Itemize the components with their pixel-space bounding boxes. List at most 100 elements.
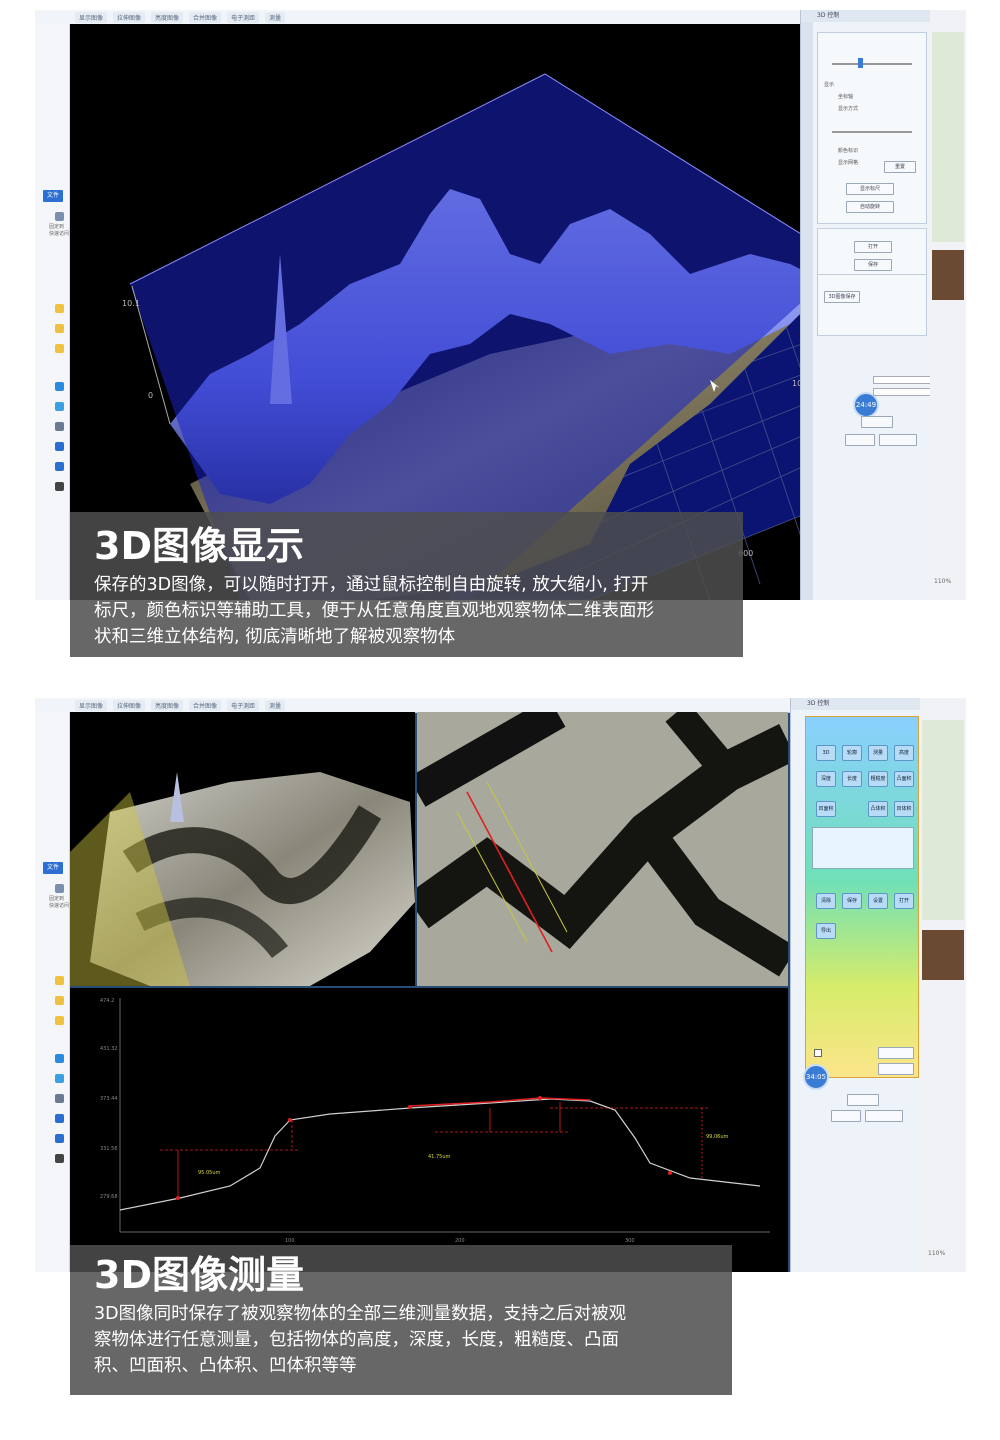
pin-icon[interactable] xyxy=(55,884,64,893)
tool-button[interactable]: 凸面积 xyxy=(894,771,914,787)
apply-button[interactable] xyxy=(861,416,893,428)
caption-3d-display: 3D图像显示 保存的3D图像，可以随时打开，通过鼠标控制自由旋转, 放大缩小, … xyxy=(70,512,743,657)
control-panel: 3D 控制 显示 坐标轴 显示方式 颜色标识 显示网格 重置 显示标尺 自动旋转… xyxy=(800,10,935,600)
toolbar-tab[interactable]: 显示图像 xyxy=(75,700,108,711)
caption-line: 保存的3D图像，可以随时打开，通过鼠标控制自由旋转, 放大缩小, 打开 xyxy=(94,575,649,595)
folder-icon[interactable] xyxy=(55,304,64,313)
caption-line: 察物体进行任意测量，包括物体的高度，深度，长度，粗糙度、凸面 xyxy=(94,1330,619,1350)
y-tick: 474.2 xyxy=(100,998,114,1004)
tool-button[interactable]: 导出 xyxy=(816,923,836,939)
option-label: 颜色标识 xyxy=(838,148,859,154)
show-ruler-button[interactable]: 显示标尺 xyxy=(846,183,894,195)
tool-button[interactable]: 粗糙度 xyxy=(868,771,888,787)
confirm-button[interactable] xyxy=(845,434,875,446)
toolbar-tab[interactable]: 拉伸图像 xyxy=(113,12,146,23)
option-label: 显示网格 xyxy=(838,160,859,166)
caption-line: 积、凹面积、凸体积、凹体积等等 xyxy=(94,1356,357,1376)
toolbar-tab[interactable]: 电子测距 xyxy=(227,12,260,23)
apply-button[interactable] xyxy=(847,1094,879,1106)
3d-viewport[interactable] xyxy=(70,712,415,986)
micrograph xyxy=(417,712,788,986)
option-label: 显示方式 xyxy=(838,106,859,112)
open-button[interactable]: 打开 xyxy=(854,241,892,253)
reset-button[interactable]: 重置 xyxy=(884,161,916,173)
save-3d-button[interactable]: 3D图像保存 xyxy=(824,291,860,303)
file-tab[interactable]: 文件 xyxy=(43,190,63,202)
cloud-icon[interactable] xyxy=(55,1054,64,1063)
music-icon[interactable] xyxy=(55,462,64,471)
pin-icon[interactable] xyxy=(55,212,64,221)
x-tick: 100 xyxy=(285,1238,295,1244)
explorer-sidebar: 文件 固定到 快速访问 xyxy=(35,24,70,600)
background-window: 110% xyxy=(920,698,966,1272)
auto-rotate-button[interactable]: 自动旋转 xyxy=(846,201,894,213)
download-icon[interactable] xyxy=(55,1114,64,1123)
toolbar-tab[interactable]: 合并图像 xyxy=(189,700,222,711)
tool-button[interactable]: 保存 xyxy=(842,893,862,909)
toolbar-tab[interactable]: 合并图像 xyxy=(189,12,222,23)
folder-icon[interactable] xyxy=(55,996,64,1005)
toolbar-tab[interactable]: 拉伸图像 xyxy=(113,700,146,711)
option-label: 坐标轴 xyxy=(838,94,854,100)
x-tick: 300 xyxy=(625,1238,635,1244)
tool-button[interactable]: 凸体积 xyxy=(868,801,888,817)
folder-icon[interactable] xyxy=(55,1016,64,1025)
y-tick: 373.44 xyxy=(100,1096,118,1102)
tool-button[interactable]: 长度 xyxy=(842,771,862,787)
download-icon[interactable] xyxy=(55,442,64,451)
caption-line: 3D图像同时保存了被观察物体的全部三维测量数据，支持之后对被观 xyxy=(94,1304,627,1324)
caption-title: 3D图像显示 xyxy=(94,524,304,568)
profile-graph[interactable]: 474.2 431.32 373.44 331.56 279.68 100 20… xyxy=(70,988,788,1272)
tool-button[interactable]: 打开 xyxy=(894,893,914,909)
save-button[interactable]: 保存 xyxy=(854,259,892,271)
timer-badge: 34:05 xyxy=(803,1064,829,1090)
toolbar-tab[interactable]: 亮度图像 xyxy=(151,12,184,23)
zoom-level: 110% xyxy=(934,578,952,585)
toolbar-tab[interactable]: 测量 xyxy=(265,12,286,23)
folder-icon[interactable] xyxy=(55,976,64,985)
tool-button[interactable]: 测量 xyxy=(868,745,888,761)
side-button[interactable] xyxy=(878,1047,914,1059)
tool-button[interactable]: 深度 xyxy=(816,771,836,787)
cloud-icon[interactable] xyxy=(55,382,64,391)
side-button[interactable] xyxy=(878,1063,914,1075)
file-tab[interactable]: 文件 xyxy=(43,862,63,874)
unit-button[interactable] xyxy=(865,1110,903,1122)
toolbar-tab[interactable]: 显示图像 xyxy=(75,12,108,23)
folder-icon[interactable] xyxy=(55,324,64,333)
toolbar-tab[interactable]: 亮度图像 xyxy=(151,700,184,711)
drive-icon[interactable] xyxy=(55,402,64,411)
caption-3d-measure: 3D图像测量 3D图像同时保存了被观察物体的全部三维测量数据，支持之后对被观 察… xyxy=(70,1245,732,1395)
drive-icon[interactable] xyxy=(55,1074,64,1083)
music-icon[interactable] xyxy=(55,1134,64,1143)
toolbar-tab[interactable]: 测量 xyxy=(265,700,286,711)
disk-icon[interactable] xyxy=(55,482,64,491)
tool-button[interactable]: 设置 xyxy=(868,893,888,909)
computer-icon[interactable] xyxy=(55,422,64,431)
tool-button[interactable]: 清除 xyxy=(816,893,836,909)
toolbar-tab[interactable]: 电子测距 xyxy=(227,700,260,711)
y-tick: 331.56 xyxy=(100,1146,118,1152)
computer-icon[interactable] xyxy=(55,1094,64,1103)
unit-button[interactable] xyxy=(879,434,917,446)
axis-label: 0 xyxy=(148,391,153,400)
measurement-overlay xyxy=(160,1097,710,1198)
tool-button[interactable]: 3D xyxy=(816,745,836,761)
background-window: 110% xyxy=(930,10,966,600)
2d-image-view[interactable] xyxy=(417,712,788,986)
measure-label: 95.05um xyxy=(198,1170,220,1176)
panel-vertical-tabs[interactable] xyxy=(801,22,813,600)
profile-chart: 474.2 431.32 373.44 331.56 279.68 100 20… xyxy=(100,998,770,1244)
caption-title: 3D图像测量 xyxy=(94,1253,304,1297)
folder-icon[interactable] xyxy=(55,344,64,353)
x-tick: 200 xyxy=(455,1238,465,1244)
measure-label: 41.75um xyxy=(428,1154,450,1160)
tool-button[interactable]: 凹面积 xyxy=(816,801,836,817)
confirm-button[interactable] xyxy=(831,1110,861,1122)
tool-button[interactable]: 凹体积 xyxy=(894,801,914,817)
control-panel: 3D 控制 3D 轮廓 测量 高度 深度 长度 粗糙度 凸面积 凹面积 凸体积 … xyxy=(790,698,921,1272)
tool-button[interactable]: 轮廓 xyxy=(842,745,862,761)
save-3d-group: 3D图像保存 xyxy=(817,274,927,336)
disk-icon[interactable] xyxy=(55,1154,64,1163)
tool-button[interactable]: 高度 xyxy=(894,745,914,761)
